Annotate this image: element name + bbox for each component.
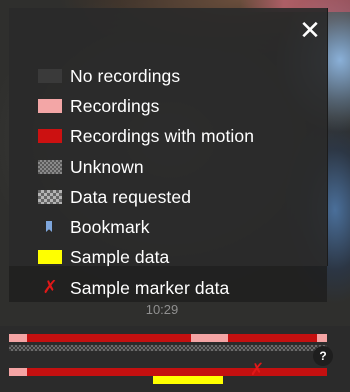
timeline-track-recordings[interactable] [9,334,327,342]
legend-label: Unknown [70,156,144,177]
recordings-segment [9,334,27,342]
recordings-segment [191,334,228,342]
bookmark-icon [38,220,62,234]
unknown-swatch [38,160,62,174]
sample-data-swatch [38,250,62,264]
sample-data-bar [153,376,223,384]
timeline-track-motion[interactable] [9,368,327,376]
legend-item-sample-marker-data: ✗ Sample marker data [38,278,229,298]
legend-item-data-requested: Data requested [38,187,191,207]
motion-swatch [38,129,62,143]
timeline-track-unknown [9,345,327,351]
legend-label: Data requested [70,186,192,207]
legend-label: Recordings [70,95,160,116]
recordings-segment [9,368,27,376]
legend-label: Sample marker data [70,277,230,298]
legend-label: Recordings with motion [70,125,255,146]
legend-item-no-recordings: No recordings [38,66,180,86]
marker-icon[interactable]: ✗ [249,360,265,380]
recordings-swatch [38,99,62,113]
legend-item-recordings: Recordings [38,96,160,116]
legend-item-sample-data: Sample data [38,247,169,267]
data-requested-swatch [38,190,62,204]
legend-label: No recordings [70,65,181,86]
close-icon[interactable]: ✕ [296,17,324,45]
legend-item-unknown: Unknown [38,157,144,177]
marker-icon: ✗ [42,277,58,298]
help-button[interactable]: ? [313,346,333,366]
recordings-segment [317,334,327,342]
legend-item-recordings-with-motion: Recordings with motion [38,126,254,146]
time-label: 10:29 [145,302,179,317]
legend-label: Bookmark [70,216,150,237]
no-recordings-swatch [38,69,62,83]
legend-item-bookmark: Bookmark [38,217,150,237]
legend-label: Sample data [70,246,170,267]
